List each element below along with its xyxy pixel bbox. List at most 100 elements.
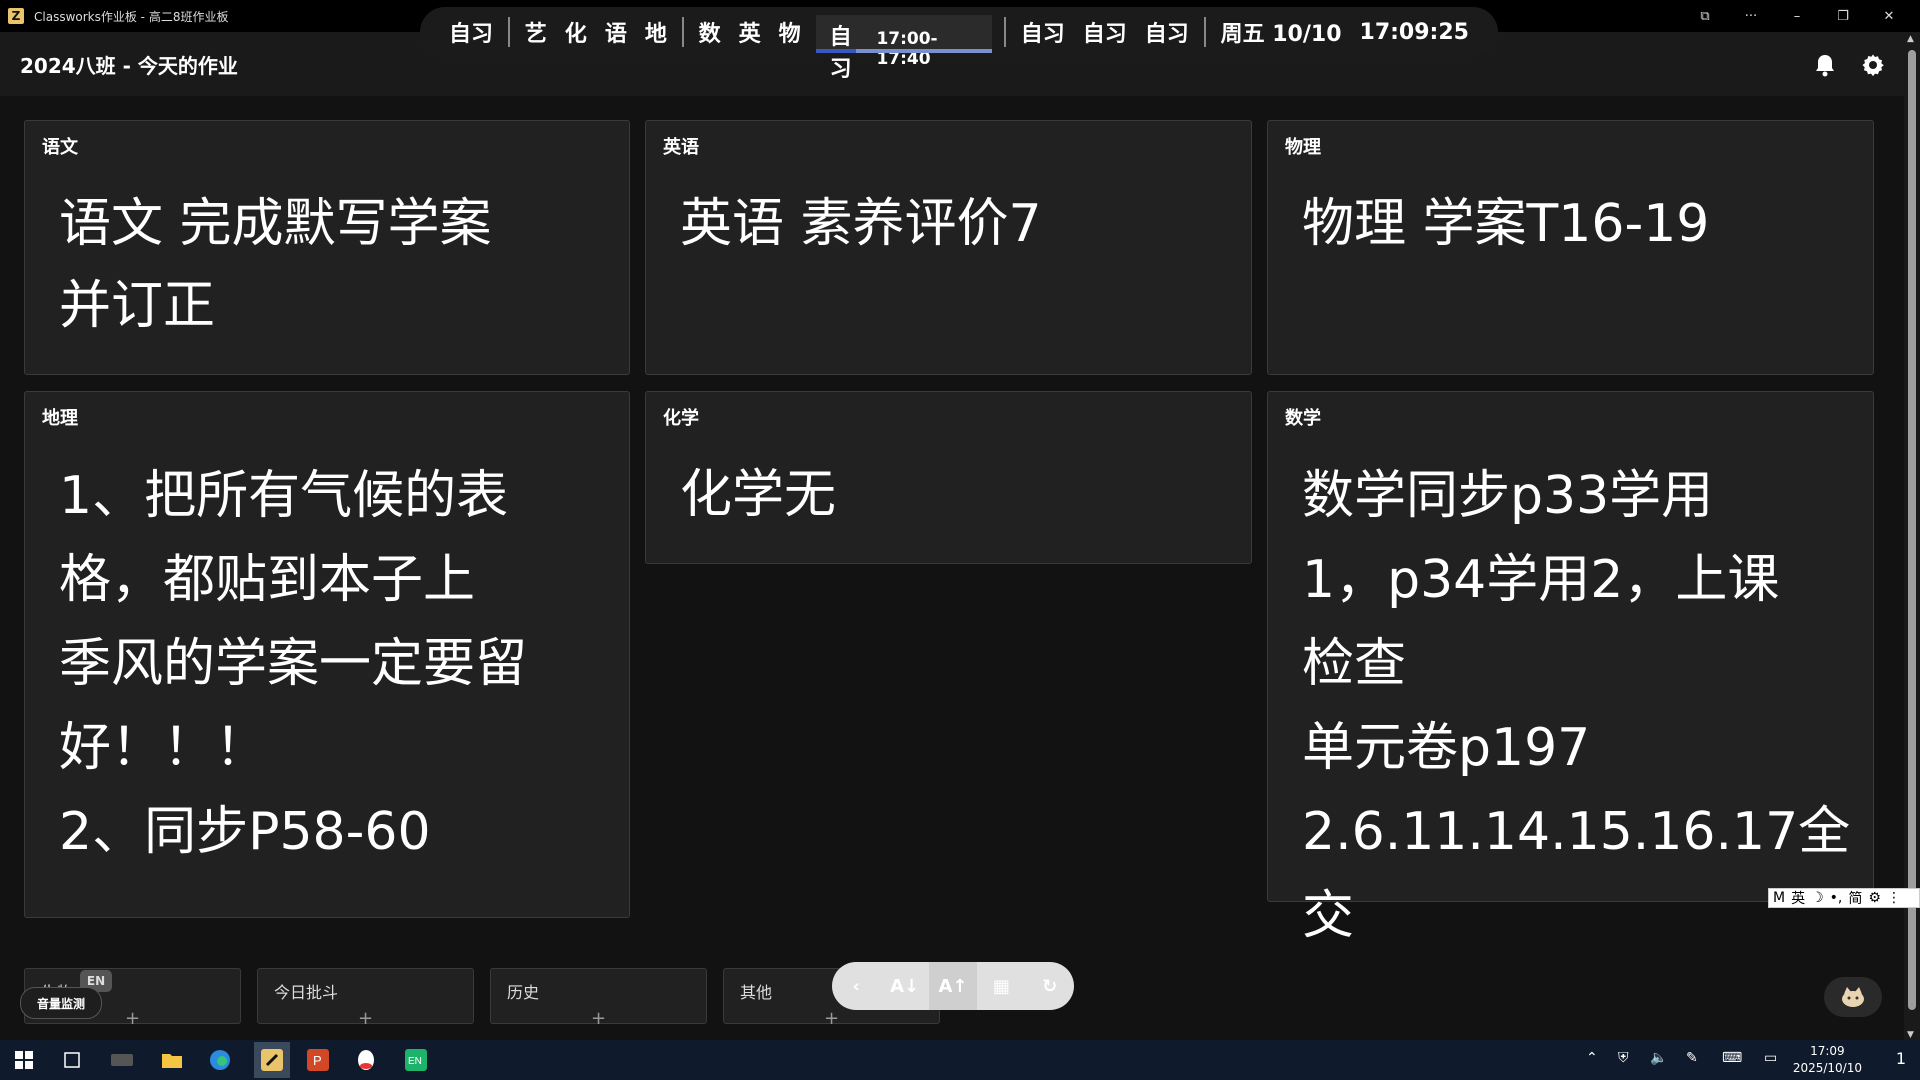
add-icon[interactable]: + xyxy=(358,1008,373,1029)
more-icon[interactable]: ··· xyxy=(1728,0,1774,32)
card-subject: 语文 xyxy=(42,137,78,158)
current-period: 自习 17:00-17:40 xyxy=(815,15,992,82)
font-decrease-button[interactable]: A↓ xyxy=(880,962,928,1010)
close-button[interactable]: ✕ xyxy=(1866,0,1912,32)
calendar-button[interactable]: ▦ xyxy=(977,962,1025,1010)
card-content: 英语 素养评价7 xyxy=(680,194,1042,254)
refresh-button[interactable]: ↻ xyxy=(1026,962,1074,1010)
restore-button[interactable]: ❐ xyxy=(1820,0,1866,32)
cat-avatar-icon xyxy=(1842,987,1864,1007)
header-actions xyxy=(1794,50,1890,80)
avatar[interactable] xyxy=(1824,977,1882,1017)
period-label: 自习 xyxy=(1144,22,1189,47)
task-view-icon[interactable] xyxy=(60,1048,84,1072)
schedule-date: 周五 10/10 xyxy=(1220,22,1342,47)
homework-card-math[interactable]: 数学 数学同步p33学用 1，p34学用2，上课 检查 单元卷p197 2.6.… xyxy=(1267,391,1874,946)
bell-icon[interactable] xyxy=(1808,50,1842,80)
taskbar-time: 17:09 xyxy=(1810,1044,1845,1058)
schedule-clock: 17:09:25 xyxy=(1359,19,1469,45)
windows-start-icon[interactable] xyxy=(12,1048,36,1072)
homework-card-physics[interactable]: 物理 物理 学案T16-19 xyxy=(1267,120,1874,375)
period-label: 语 xyxy=(604,22,627,47)
add-icon[interactable]: + xyxy=(125,1008,140,1029)
panel-daily-review[interactable]: 今日批斗 + xyxy=(257,968,474,1029)
display-icon[interactable]: ▭ xyxy=(1764,1050,1777,1066)
card-subject: 物理 xyxy=(1285,137,1321,158)
notification-count: 1 xyxy=(1895,1049,1906,1068)
ime-more-icon[interactable]: ⋮ xyxy=(1887,890,1901,906)
homework-card-chinese[interactable]: 语文 语文 完成默写学案 并订正 xyxy=(24,120,630,375)
gear-icon[interactable] xyxy=(1856,50,1890,80)
security-tray-icon[interactable]: ⛨ xyxy=(1618,1050,1629,1066)
period-label: 自习 xyxy=(1082,22,1127,47)
volume-monitor-button[interactable]: 音量监测 xyxy=(20,987,102,1019)
panel-title: 其他 xyxy=(740,983,773,1002)
app-icon: Z xyxy=(8,8,24,24)
card-subject: 地理 xyxy=(42,408,78,429)
svg-text:P: P xyxy=(313,1053,322,1068)
card-content: 1、把所有气候的表 格，都贴到本子上 季风的学案一定要留 好！！！ 2、同步P5… xyxy=(59,466,528,862)
schedule-divider xyxy=(1004,17,1006,47)
touch-keyboard-icon[interactable]: ⌨ xyxy=(1722,1050,1742,1066)
notification-center-icon[interactable]: 1 xyxy=(1896,1049,1906,1068)
period-label: 地 xyxy=(644,22,667,47)
font-increase-button[interactable]: A↑ xyxy=(928,962,978,1010)
period-label: 英 xyxy=(738,22,761,47)
period-progress-fill xyxy=(815,49,857,53)
period-label: 物 xyxy=(778,22,801,47)
card-content: 化学无 xyxy=(680,465,837,525)
add-icon[interactable]: + xyxy=(824,1008,839,1029)
card-subject: 化学 xyxy=(663,408,699,429)
period-progress-bar xyxy=(815,49,992,53)
minimize-button[interactable]: – xyxy=(1774,0,1820,32)
snap-icon[interactable]: ⧉ xyxy=(1682,0,1728,32)
card-subject: 英语 xyxy=(663,137,699,158)
scroll-up-arrow[interactable]: ▲ xyxy=(1907,34,1914,44)
period-label: 自习 xyxy=(1020,22,1065,47)
window-controls: ⧉ ··· – ❐ ✕ xyxy=(1682,0,1912,32)
card-content: 物理 学案T16-19 xyxy=(1302,194,1710,254)
schedule-divider xyxy=(681,17,684,47)
panel-history[interactable]: 历史 + xyxy=(490,968,707,1029)
ime-simplified[interactable]: 简 xyxy=(1848,888,1862,908)
classworks-app-icon[interactable] xyxy=(254,1042,290,1078)
card-content: 数学同步p33学用 1，p34学用2，上课 检查 单元卷p197 2.6.11.… xyxy=(1302,466,1851,946)
scroll-down-arrow[interactable]: ▼ xyxy=(1907,1030,1914,1040)
taskbar-clock[interactable]: 17:09 2025/10/10 xyxy=(1793,1043,1862,1077)
qq-icon[interactable] xyxy=(354,1048,378,1072)
en-app-icon[interactable]: EN xyxy=(404,1048,428,1072)
powerpoint-icon[interactable]: P xyxy=(306,1048,330,1072)
floating-toolbar: ‹ A↓ A↑ ▦ ↻ xyxy=(832,962,1074,1010)
keyboard-app-icon[interactable] xyxy=(110,1048,134,1072)
scroll-thumb[interactable] xyxy=(1908,50,1916,1010)
back-button[interactable]: ‹ xyxy=(832,962,880,1010)
panel-title: 今日批斗 xyxy=(274,983,339,1002)
ime-mode[interactable]: M xyxy=(1773,890,1785,906)
page-title: 2024八班 - 今天的作业 xyxy=(20,54,238,78)
schedule-divider xyxy=(1203,17,1206,47)
period-label: 艺 xyxy=(524,22,547,47)
pen-icon[interactable]: ✎ xyxy=(1686,1050,1698,1066)
homework-card-english[interactable]: 英语 英语 素养评价7 xyxy=(645,120,1252,375)
svg-text:EN: EN xyxy=(408,1056,422,1067)
tray-overflow-icon[interactable]: ⌃ xyxy=(1586,1050,1598,1066)
window-title: Classworks作业板 - 高二8班作业板 xyxy=(34,9,229,24)
ime-settings-icon[interactable]: ⚙ xyxy=(1868,890,1881,906)
taskbar-date: 2025/10/10 xyxy=(1792,1061,1862,1075)
ime-punctuation[interactable]: •, xyxy=(1830,890,1843,906)
taskbar: P EN ⌃ ⛨ 🔈 ✎ ⌨ ▭ 17:09 2025/10/10 1 xyxy=(0,1040,1920,1080)
homework-card-geography[interactable]: 地理 1、把所有气候的表 格，都贴到本子上 季风的学案一定要留 好！！！ 2、同… xyxy=(24,391,630,918)
volume-icon[interactable]: 🔈 xyxy=(1650,1050,1667,1066)
ime-moon-icon[interactable]: ☽ xyxy=(1811,890,1824,906)
period-label: 化 xyxy=(564,22,587,47)
card-content: 语文 完成默写学案 并订正 xyxy=(59,194,492,336)
homework-card-chemistry[interactable]: 化学 化学无 xyxy=(645,391,1252,564)
ime-toolbar[interactable]: M 英 ☽ •, 简 ⚙ ⋮ xyxy=(1768,888,1920,908)
add-icon[interactable]: + xyxy=(591,1008,606,1029)
ime-language[interactable]: 英 xyxy=(1791,888,1805,908)
file-explorer-icon[interactable] xyxy=(160,1048,184,1072)
schedule-divider xyxy=(508,17,510,47)
edge-browser-icon[interactable] xyxy=(208,1048,232,1072)
period-label: 数 xyxy=(698,22,721,47)
card-subject: 数学 xyxy=(1285,408,1321,429)
